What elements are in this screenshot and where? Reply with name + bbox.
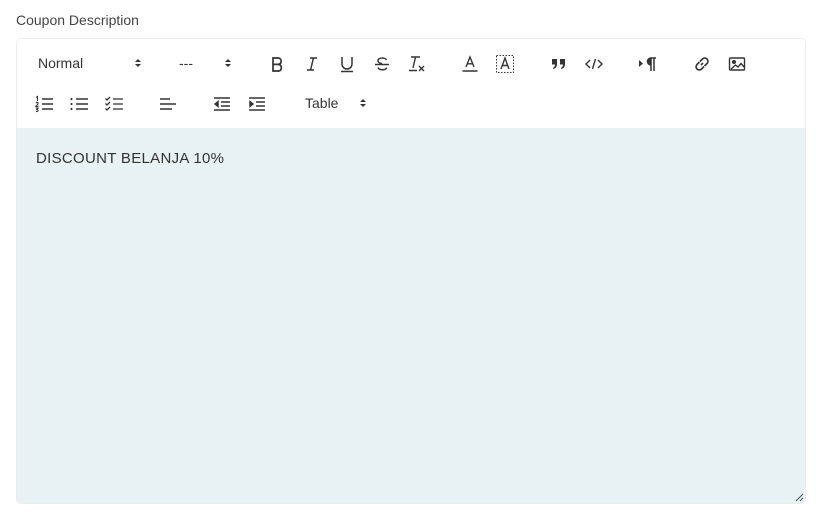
check-list-icon [105, 96, 123, 111]
updown-arrows-icon [360, 99, 366, 107]
image-button[interactable] [726, 53, 748, 75]
blockquote-button[interactable] [548, 53, 570, 75]
check-list-button[interactable] [103, 93, 125, 115]
blockquote-icon [552, 59, 565, 69]
align-left-icon [160, 98, 176, 110]
clear-format-icon [409, 56, 425, 72]
image-icon [728, 57, 746, 71]
heading-select-value: Normal [38, 55, 84, 71]
font-select[interactable]: --- [179, 53, 239, 73]
indent-icon [249, 97, 265, 111]
italic-icon [307, 57, 317, 71]
table-select-value: Table [305, 95, 339, 111]
rich-text-editor: Normal --- Table DISCOUNT BELANJA 10% [16, 38, 806, 504]
bold-icon [272, 57, 283, 72]
resize-handle-icon[interactable] [794, 492, 804, 502]
updown-arrows-icon [225, 59, 231, 67]
font-color-button[interactable] [459, 53, 481, 75]
outdent-icon [213, 97, 230, 111]
ordered-list-icon [34, 95, 53, 113]
clear-format-button[interactable] [406, 53, 428, 75]
editor-content-text: DISCOUNT BELANJA 10% [36, 150, 225, 167]
code-button[interactable] [583, 53, 605, 75]
table-select[interactable]: Table [305, 93, 375, 113]
ordered-list-button[interactable] [33, 93, 55, 115]
bullet-list-button[interactable] [68, 93, 90, 115]
heading-select[interactable]: Normal [38, 53, 148, 73]
paragraph-direction-button[interactable] [636, 53, 660, 75]
link-button[interactable] [691, 53, 713, 75]
align-left-button[interactable] [157, 93, 179, 115]
highlight-color-icon [496, 55, 514, 73]
field-label: Coupon Description [16, 12, 139, 28]
code-icon [585, 58, 603, 70]
underline-icon [341, 57, 353, 73]
strikethrough-icon [375, 57, 389, 71]
bold-button[interactable] [266, 53, 288, 75]
editor-content-area[interactable]: DISCOUNT BELANJA 10% [17, 128, 805, 503]
link-icon [695, 57, 709, 71]
font-color-icon [462, 55, 478, 72]
indent-button[interactable] [246, 93, 268, 115]
updown-arrows-icon [135, 59, 141, 67]
bullet-list-icon [70, 97, 88, 111]
paragraph-direction-icon [639, 57, 656, 71]
font-select-value: --- [179, 55, 193, 71]
editor-toolbar: Normal --- Table [17, 39, 805, 129]
underline-button[interactable] [336, 53, 358, 75]
strikethrough-button[interactable] [371, 53, 393, 75]
outdent-button[interactable] [211, 93, 233, 115]
highlight-color-button[interactable] [494, 53, 516, 75]
italic-button[interactable] [301, 53, 323, 75]
